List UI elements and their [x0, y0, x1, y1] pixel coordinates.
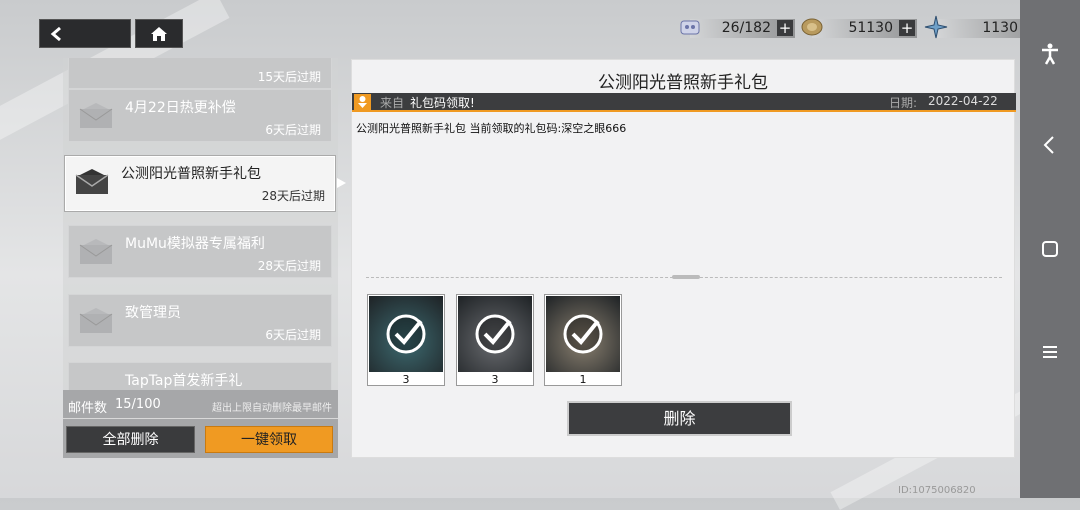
mail-item[interactable]: 15天后过期 [68, 58, 332, 89]
coin-value: 51130 [848, 20, 893, 36]
user-id: ID:1075006820 [898, 485, 976, 496]
reward-item[interactable]: 3 [456, 294, 534, 386]
stamina-icon [680, 20, 700, 35]
mail-expiry: 6天后过期 [265, 123, 321, 137]
reward-quantity: 1 [579, 373, 587, 386]
add-stamina-button[interactable]: + [777, 20, 793, 36]
claimed-check-icon [563, 314, 603, 354]
reward-quantity: 3 [491, 373, 499, 386]
delete-mail-button[interactable]: 删除 [567, 401, 792, 436]
mail-detail-title: 公测阳光普照新手礼包 [598, 73, 768, 93]
mail-list[interactable]: 15天后过期 4月22日热更补偿 6天后过期 公测阳光普照新手礼包 28天后过期… [63, 58, 338, 390]
coin-resource: 51130 + [801, 18, 917, 38]
back-button[interactable] [39, 19, 131, 48]
mail-item-selected[interactable]: 公测阳光普照新手礼包 28天后过期 [64, 155, 336, 212]
mail-expiry: 28天后过期 [257, 259, 321, 273]
mail-expiry: 28天后过期 [261, 189, 325, 203]
add-coin-button[interactable]: + [899, 20, 915, 36]
mail-body: 公测阳光普照新手礼包 当前领取的礼包码:深空之眼666 [356, 122, 627, 135]
mail-count-value: 15/100 [115, 397, 161, 412]
crystal-icon [924, 15, 948, 39]
mail-info-bar: 来自 礼包码领取! 日期: 2022-04-22 [352, 93, 1016, 112]
mail-count-label: 邮件数 [68, 401, 108, 416]
home-button[interactable] [135, 19, 183, 48]
date-label: 日期: [889, 96, 918, 110]
home-nav-icon[interactable] [1038, 237, 1062, 261]
back-arrow-icon [50, 27, 61, 41]
reward-item[interactable]: 1 [544, 294, 622, 386]
mail-title: 公测阳光普照新手礼包 [121, 166, 261, 182]
accessibility-icon[interactable] [1038, 42, 1062, 66]
envelope-icon [79, 103, 113, 128]
from-label: 来自 [380, 96, 405, 110]
claimed-check-icon [475, 314, 515, 354]
claim-all-button[interactable]: 一键领取 [205, 426, 333, 453]
coin-icon [801, 18, 823, 36]
divider-handle [672, 275, 700, 279]
home-icon [151, 27, 167, 41]
mail-item[interactable]: MuMu模拟器专属福利 28天后过期 [68, 225, 332, 278]
mail-date: 2022-04-22 [928, 94, 998, 108]
selection-arrow-icon [337, 178, 346, 188]
envelope-icon [79, 308, 113, 333]
system-navigation-bar [1020, 0, 1080, 498]
mail-item[interactable]: 4月22日热更补偿 6天后过期 [68, 89, 332, 142]
mail-title: MuMu模拟器专属福利 [125, 236, 265, 252]
mail-title: TapTap首发新手礼 [125, 373, 243, 389]
claimed-check-icon [386, 314, 426, 354]
mail-title: 致管理员 [125, 305, 181, 321]
sender-name: 礼包码领取! [410, 96, 475, 110]
back-nav-icon[interactable] [1038, 133, 1062, 157]
mail-detail-panel: 公测阳光普照新手礼包 来自 礼包码领取! 日期: 2022-04-22 公测阳光… [351, 59, 1016, 458]
mail-item[interactable]: 致管理员 6天后过期 [68, 294, 332, 347]
reward-quantity: 3 [402, 373, 410, 386]
mail-expiry: 6天后过期 [265, 328, 321, 342]
delete-all-button[interactable]: 全部删除 [66, 426, 195, 453]
sender-badge-icon [354, 94, 371, 110]
mail-limit-note: 超出上限自动删除最早邮件 [212, 403, 332, 414]
mail-item[interactable]: TapTap首发新手礼 [68, 362, 332, 390]
envelope-icon [75, 169, 109, 194]
stamina-resource: 26/182 + [680, 19, 795, 38]
crystal-value: 1130 [982, 20, 1018, 36]
mail-footer: 邮件数 15/100 超出上限自动删除最早邮件 全部删除 一键领取 [63, 390, 338, 458]
mail-expiry: 15天后过期 [257, 70, 321, 84]
stamina-value: 26/182 [721, 20, 771, 36]
divider [63, 418, 338, 419]
envelope-icon [79, 239, 113, 264]
menu-nav-icon[interactable] [1038, 340, 1062, 364]
reward-item[interactable]: 3 [367, 294, 445, 386]
mail-title: 4月22日热更补偿 [125, 100, 236, 116]
